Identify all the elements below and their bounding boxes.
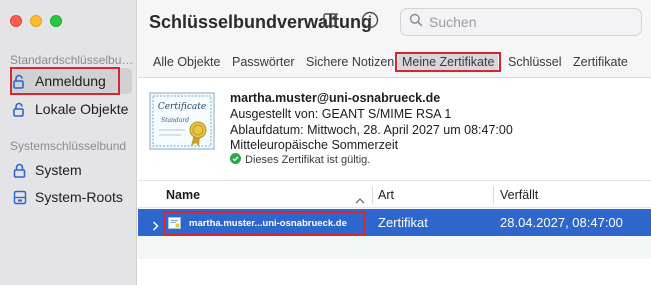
sort-ascending-icon[interactable] xyxy=(355,191,365,209)
minimize-window-button[interactable] xyxy=(30,15,42,27)
new-item-button[interactable] xyxy=(319,11,343,33)
search-field[interactable] xyxy=(400,8,642,36)
info-button[interactable] xyxy=(358,11,382,33)
column-separator[interactable] xyxy=(493,186,494,204)
sidebar-item-system-roots[interactable]: System-Roots xyxy=(12,184,132,210)
certificate-issuer: Ausgestellt von: GEANT S/MIME RSA 1 xyxy=(230,107,452,121)
column-header-name[interactable]: Name xyxy=(166,188,200,202)
certificate-details: Certificate Standard martha.muster@uni-o… xyxy=(138,79,651,179)
tab-meine-zertifikate[interactable]: Meine Zertifikate xyxy=(398,53,499,71)
table-empty-row xyxy=(138,236,651,259)
close-window-button[interactable] xyxy=(10,15,22,27)
category-tabs: Alle Objekte Passwörter Sichere Notizen … xyxy=(138,44,651,78)
info-icon xyxy=(361,11,379,34)
tab-alle-objekte[interactable]: Alle Objekte xyxy=(149,53,224,71)
search-input[interactable] xyxy=(429,14,629,30)
table-row[interactable]: martha.muster...uni-osnabrueck.de Zertif… xyxy=(138,209,651,236)
row-expires: 28.04.2027, 08:47:00 xyxy=(500,215,623,230)
disclosure-chevron-icon[interactable] xyxy=(152,218,159,236)
search-icon xyxy=(409,13,423,32)
column-separator[interactable] xyxy=(372,186,373,204)
column-header-art[interactable]: Art xyxy=(378,188,394,202)
sidebar-item-system[interactable]: System xyxy=(12,157,132,183)
table-header: Name Art Verfällt xyxy=(138,180,651,208)
certificate-timezone: Mitteleuropäische Sommerzeit xyxy=(230,138,399,152)
main-panel: Schlüsselbundverwaltung Alle Objekte Pas… xyxy=(138,0,651,285)
cert-subtitle-text: Standard xyxy=(161,117,189,124)
sidebar-item-lokale-objekte[interactable]: Lokale Objekte xyxy=(12,96,132,122)
certificate-row-icon xyxy=(168,216,181,234)
sidebar: Standardschlüsselbund Anmeldung Lokale O… xyxy=(0,0,137,285)
tab-passwoerter[interactable]: Passwörter xyxy=(228,53,299,71)
window-controls xyxy=(10,15,62,27)
sidebar-section-system-keychains: Systemschlüsselbund xyxy=(10,139,127,153)
zoom-window-button[interactable] xyxy=(50,15,62,27)
checkmark-icon xyxy=(230,153,241,167)
sidebar-item-label: System xyxy=(35,162,82,178)
validity-text: Dieses Zertifikat ist gültig. xyxy=(245,154,371,166)
compose-icon xyxy=(322,11,340,34)
sidebar-section-default-keychains: Standardschlüsselbund xyxy=(10,53,134,67)
unlocked-padlock-icon xyxy=(12,73,28,89)
sidebar-item-label: System-Roots xyxy=(35,189,123,205)
sidebar-item-anmeldung[interactable]: Anmeldung xyxy=(12,68,132,94)
tab-zertifikate[interactable]: Zertifikate xyxy=(569,53,632,71)
tab-sichere-notizen[interactable]: Sichere Notizen xyxy=(302,53,398,71)
row-name: martha.muster...uni-osnabrueck.de xyxy=(189,218,347,229)
locked-padlock-icon xyxy=(12,162,28,178)
cert-title-text: Certificate xyxy=(158,102,206,112)
sidebar-item-label: Anmeldung xyxy=(35,73,106,89)
certificate-name: martha.muster@uni-osnabrueck.de xyxy=(230,91,441,105)
toolbar: Schlüsselbundverwaltung xyxy=(138,0,651,44)
tab-schluessel[interactable]: Schlüssel xyxy=(504,53,566,71)
unlocked-padlock-icon xyxy=(12,101,28,117)
row-kind: Zertifikat xyxy=(378,215,428,230)
certificate-icon: Certificate Standard xyxy=(149,92,215,150)
sidebar-item-label: Lokale Objekte xyxy=(35,101,129,117)
column-header-verfaellt[interactable]: Verfällt xyxy=(500,188,538,202)
cabinet-icon xyxy=(12,189,28,205)
certificate-validity: Dieses Zertifikat ist gültig. xyxy=(230,153,370,167)
certificate-expiry: Ablaufdatum: Mittwoch, 28. April 2027 um… xyxy=(230,123,513,137)
